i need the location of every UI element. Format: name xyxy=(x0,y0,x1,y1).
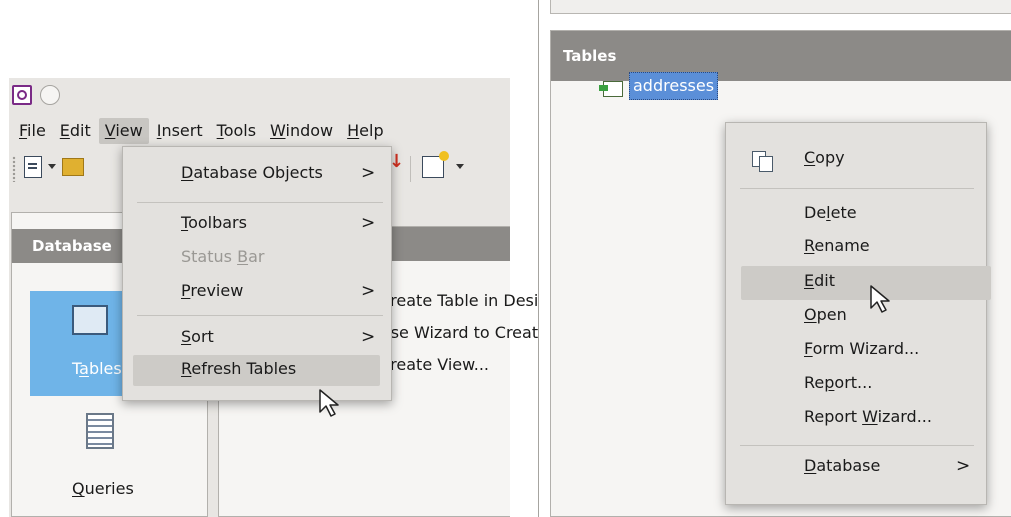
table-item-addresses[interactable]: addresses xyxy=(629,72,719,100)
menuitem-copy[interactable]: Copy xyxy=(804,148,845,167)
window-menu-button[interactable] xyxy=(40,85,60,105)
menuitem-form-wizard[interactable]: Form Wizard... xyxy=(804,339,919,358)
menu-window[interactable]: Window xyxy=(264,118,339,144)
menu-tools[interactable]: Tools xyxy=(211,118,262,144)
menuitem-status-bar: Status Bar xyxy=(181,247,265,266)
mouse-pointer-icon xyxy=(870,285,890,313)
menuitem-refresh-tables[interactable]: Refresh Tables xyxy=(181,359,296,378)
top-strip xyxy=(550,0,1011,14)
menuitem-database[interactable]: Database xyxy=(804,456,880,475)
chevron-down-icon[interactable] xyxy=(48,164,56,169)
new-document-icon[interactable] xyxy=(24,156,42,178)
open-folder-icon[interactable] xyxy=(62,158,84,176)
menuitem-delete[interactable]: Delete xyxy=(804,203,857,222)
menu-edit[interactable]: Edit xyxy=(54,118,97,144)
submenu-arrow-icon: > xyxy=(361,327,376,347)
submenu-arrow-icon: > xyxy=(956,456,971,476)
copy-icon xyxy=(752,151,773,172)
menuitem-report-wizard[interactable]: Report Wizard... xyxy=(804,407,932,426)
menu-view[interactable]: View xyxy=(98,118,149,144)
menu-insert[interactable]: Insert xyxy=(151,118,209,144)
table-context-menu: Copy Delete Rename Edit Open Form Wizard… xyxy=(725,122,991,505)
tables-header: Tables xyxy=(551,31,1011,81)
chevron-down-icon[interactable] xyxy=(456,164,464,169)
base-app-icon xyxy=(12,85,32,105)
menu-separator xyxy=(137,315,383,316)
submenu-arrow-icon: > xyxy=(361,281,376,301)
tables-view-window: Tables addresses Copy Delete Rename Edit… xyxy=(538,0,1011,517)
form-wizard-icon[interactable] xyxy=(422,151,449,178)
view-menu-dropdown: Database Objects > Toolbars > Status Bar… xyxy=(122,146,392,401)
menu-separator xyxy=(740,445,974,446)
tables-icon xyxy=(72,305,108,335)
menu-help[interactable]: Help xyxy=(341,118,389,144)
table-item-icon xyxy=(599,81,623,97)
menu-separator xyxy=(740,188,974,189)
queries-icon[interactable] xyxy=(86,413,114,449)
base-main-window: File Edit View Insert Tools Window Help … xyxy=(0,0,615,517)
submenu-arrow-icon: > xyxy=(361,163,376,183)
menuitem-edit[interactable]: Edit xyxy=(804,271,835,290)
menuitem-database-objects[interactable]: Database Objects xyxy=(181,163,323,182)
toolbar-separator xyxy=(410,156,411,182)
menuitem-sort[interactable]: Sort xyxy=(181,327,214,346)
queries-label[interactable]: Queries xyxy=(72,479,134,498)
menu-highlight xyxy=(741,266,991,300)
task-create-view[interactable]: Create View... xyxy=(379,355,489,374)
tables-label: Tables xyxy=(72,359,122,378)
menuitem-toolbars[interactable]: Toolbars xyxy=(181,213,247,232)
menuitem-preview[interactable]: Preview xyxy=(181,281,243,300)
menubar: File Edit View Insert Tools Window Help xyxy=(13,117,392,145)
toolbar-grip[interactable] xyxy=(12,156,16,182)
menuitem-report[interactable]: Report... xyxy=(804,373,872,392)
menuitem-rename[interactable]: Rename xyxy=(804,236,870,255)
submenu-arrow-icon: > xyxy=(361,213,376,233)
menuitem-open[interactable]: Open xyxy=(804,305,847,324)
menu-file[interactable]: File xyxy=(13,118,52,144)
title-bar-icons xyxy=(12,85,60,105)
menu-separator xyxy=(137,202,383,203)
mouse-pointer-icon xyxy=(319,389,339,417)
